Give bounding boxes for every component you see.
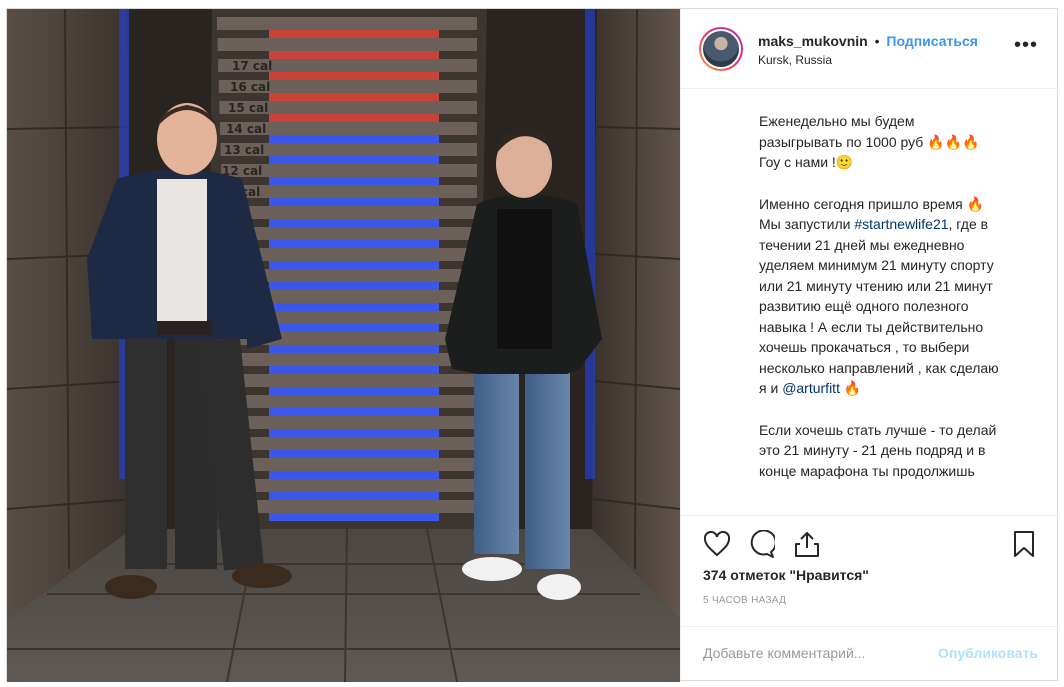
stair-tread (230, 500, 477, 513)
instagram-post-card: 17 cal16 cal15 cal14 cal13 cal12 cal11 c… (6, 8, 1058, 682)
stair-tread (222, 206, 477, 219)
bookmark-icon[interactable] (1008, 528, 1040, 560)
separator-dot: • (874, 33, 880, 49)
more-options-icon[interactable]: ••• (1014, 35, 1038, 55)
stair-light (269, 366, 439, 374)
stair-label: 14 cal (226, 122, 266, 136)
stair-label: 13 cal (224, 143, 264, 157)
caption-text: , где в течении 21 дней мы ежедневно уде… (759, 216, 999, 396)
stair-tread (217, 17, 477, 30)
stair-tread (228, 416, 477, 429)
stair-light (269, 30, 439, 38)
caption-paragraph-1: Еженедельно мы будем разыгрывать по 1000… (759, 113, 980, 170)
stair-light (269, 261, 439, 269)
stair-light (269, 303, 439, 311)
stair-tread (227, 374, 477, 387)
stair-light (269, 156, 439, 164)
action-bar (681, 515, 1058, 569)
stair-light (269, 324, 439, 332)
stair-light (269, 240, 439, 248)
stair-light (269, 72, 439, 80)
stair-tread (223, 227, 477, 240)
stair-tread (227, 395, 477, 408)
location-link[interactable]: Kursk, Russia (758, 53, 832, 67)
post-header: maks_mukovnin • Подписаться Kursk, Russi… (681, 9, 1058, 89)
stair-tread (226, 353, 477, 366)
stair-label: 17 cal (232, 59, 272, 73)
stair-light (269, 513, 439, 521)
photo-illustration: 17 cal16 cal15 cal14 cal13 cal12 cal11 c… (7, 9, 680, 682)
share-icon[interactable] (791, 528, 823, 560)
avatar[interactable] (699, 27, 743, 71)
follow-button[interactable]: Подписаться (886, 33, 978, 49)
stair-light (269, 408, 439, 416)
stair-tread (229, 458, 477, 471)
stair-label: 16 cal (230, 80, 270, 94)
publish-button[interactable]: Опубликовать (938, 645, 1038, 661)
hashtag-link[interactable]: #startnewlife21 (854, 216, 948, 232)
stair-light (269, 450, 439, 458)
stair-light (269, 471, 439, 479)
stair-light (269, 492, 439, 500)
stair-light (269, 198, 439, 206)
user-line: maks_mukovnin • Подписаться (758, 33, 978, 49)
mention-link[interactable]: @arturfitt (782, 380, 840, 396)
stair-light (269, 345, 439, 353)
post-photo[interactable]: 17 cal16 cal15 cal14 cal13 cal12 cal11 c… (7, 9, 680, 682)
stair-light (269, 51, 439, 59)
stair-light (269, 219, 439, 227)
stair-light (269, 387, 439, 395)
stair-light (269, 135, 439, 143)
stair-light (269, 282, 439, 290)
caption-paragraph-2: Именно сегодня пришло время 🔥 Мы запусти… (759, 194, 1041, 399)
post-caption: Еженедельно мы будем разыгрывать по 1000… (759, 111, 1041, 511)
stair-light (269, 429, 439, 437)
stair-tread (230, 479, 477, 492)
stair-label: 15 cal (228, 101, 268, 115)
heart-icon[interactable] (701, 528, 733, 560)
username-link[interactable]: maks_mukovnin (758, 33, 868, 49)
caption-paragraph-3: Если хочешь стать лучше - то делай это 2… (759, 421, 997, 479)
comment-icon[interactable] (745, 528, 777, 560)
stair-tread (217, 38, 477, 51)
caption-text: 🔥 (839, 380, 862, 396)
comment-bar: Опубликовать (681, 626, 1058, 682)
stair-light (269, 93, 439, 101)
post-timestamp[interactable]: 5 часов назад (703, 595, 786, 606)
stair-light (269, 114, 439, 122)
stair-tread (229, 437, 477, 450)
stair-light (269, 177, 439, 185)
likes-count[interactable]: 374 отметок "Нравится" (703, 567, 869, 583)
post-side-panel: maks_mukovnin • Подписаться Kursk, Russi… (680, 9, 1058, 682)
comment-input[interactable] (703, 645, 923, 661)
